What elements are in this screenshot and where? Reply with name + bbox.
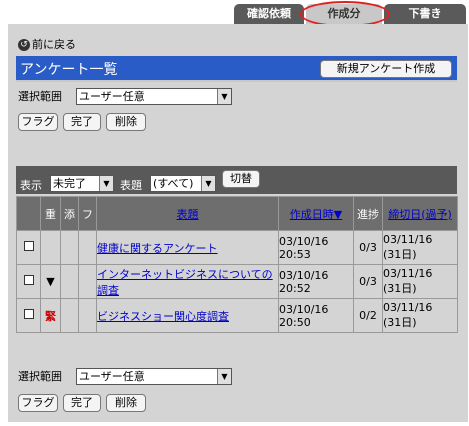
filter-bar: 表示 未完了 ▼ 表題 (すべて) ▼ 切替	[16, 166, 457, 194]
survey-title-link[interactable]: ビジネスショー関心度調査	[97, 310, 229, 323]
progress-cell: 0/3	[353, 230, 383, 265]
survey-title-link[interactable]: インターネットビジネスについての調査	[97, 268, 273, 297]
row-checkbox[interactable]	[23, 241, 34, 251]
created-time: 20:52	[279, 281, 311, 295]
flag-cell	[78, 298, 97, 333]
deadline-days: (31日)	[383, 316, 417, 329]
deadline-days: (31日)	[383, 282, 417, 295]
created-time: 20:50	[279, 315, 311, 329]
back-label: 前に戻る	[32, 38, 76, 51]
survey-table: 重 添 フ 表題 作成日時▼ 進捗 締切日(過予) 健康に関するアンケート 03…	[16, 196, 458, 333]
top-range-select[interactable]: ユーザー任意 ▼	[76, 88, 232, 105]
importance-marker: ▼	[40, 264, 61, 299]
bottom-select-label: 選択範囲	[18, 370, 62, 383]
created-time: 20:53	[279, 247, 311, 261]
flag-cell	[78, 264, 97, 299]
display-filter-select[interactable]: 未完了 ▼	[50, 175, 114, 192]
deadline-date: 03/11/16	[383, 267, 433, 280]
top-select-label: 選択範囲	[18, 90, 62, 103]
display-label: 表示	[20, 179, 42, 192]
top-range-value: ユーザー任意	[79, 90, 145, 103]
new-survey-button[interactable]: 新規アンケート作成	[320, 60, 452, 78]
chevron-down-icon: ▼	[217, 369, 231, 384]
subject-filter-value: (すべて)	[153, 177, 194, 190]
table-header-row: 重 添 フ 表題 作成日時▼ 進捗 締切日(過予)	[16, 196, 458, 231]
sort-deadline-link[interactable]: 締切日(過予)	[388, 208, 452, 221]
back-arrow-icon: ↺	[18, 39, 30, 51]
sort-created-link[interactable]: 作成日時▼	[290, 208, 342, 221]
col-check	[16, 196, 41, 231]
flag-button[interactable]: フラグ	[18, 394, 58, 412]
flag-cell	[78, 230, 97, 265]
flag-button[interactable]: フラグ	[18, 113, 58, 131]
delete-button[interactable]: 削除	[106, 113, 146, 131]
col-flag: フ	[78, 196, 97, 231]
col-importance: 重	[40, 196, 61, 231]
bottom-range-value: ユーザー任意	[79, 370, 145, 383]
chevron-down-icon: ▼	[99, 176, 113, 191]
table-row: 健康に関するアンケート 03/10/16 20:53 0/3 03/11/16 (3…	[16, 230, 458, 265]
table-row: 緊 ビジネスショー関心度調査 03/10/16 20:50 0/2 03/11/1…	[16, 298, 458, 333]
importance-marker	[40, 230, 61, 265]
done-button[interactable]: 完了	[63, 394, 101, 412]
bottom-range-select[interactable]: ユーザー任意 ▼	[76, 368, 232, 385]
deadline-days: (31日)	[383, 248, 417, 261]
sort-subject-link[interactable]: 表題	[177, 208, 199, 221]
switch-button[interactable]: 切替	[222, 170, 260, 188]
table-row: ▼ インターネットビジネスについての調査 03/10/16 20:52 0/3 0…	[16, 264, 458, 299]
attachment-cell	[60, 298, 79, 333]
subject-filter-select[interactable]: (すべて) ▼	[150, 175, 216, 192]
back-link[interactable]: ↺ 前に戻る	[18, 38, 76, 52]
display-filter-value: 未完了	[53, 177, 86, 190]
row-checkbox[interactable]	[23, 309, 34, 319]
delete-button[interactable]: 削除	[106, 394, 146, 412]
col-progress: 進捗	[353, 196, 383, 231]
row-checkbox[interactable]	[23, 275, 34, 285]
tab-confirm-requests[interactable]: 確認依頼	[234, 4, 304, 24]
col-subject[interactable]: 表題	[96, 196, 279, 231]
created-date: 03/10/16	[279, 302, 329, 316]
done-button[interactable]: 完了	[63, 113, 101, 131]
survey-title-link[interactable]: 健康に関するアンケート	[97, 242, 218, 255]
page-title: アンケート一覧	[20, 62, 118, 78]
deadline-date: 03/11/16	[383, 301, 433, 314]
chevron-down-icon: ▼	[217, 89, 231, 104]
tab-drafts[interactable]: 下書き	[384, 4, 466, 24]
progress-cell: 0/3	[353, 264, 383, 299]
subject-filter-label: 表題	[120, 179, 142, 192]
progress-cell: 0/2	[353, 298, 383, 333]
col-attachment: 添	[60, 196, 79, 231]
created-date: 03/10/16	[279, 268, 329, 282]
deadline-date: 03/11/16	[383, 233, 433, 246]
col-created[interactable]: 作成日時▼	[278, 196, 354, 231]
created-date: 03/10/16	[279, 234, 329, 248]
attachment-cell	[60, 230, 79, 265]
col-deadline[interactable]: 締切日(過予)	[382, 196, 458, 231]
chevron-down-icon: ▼	[201, 176, 215, 191]
attachment-cell	[60, 264, 79, 299]
importance-marker: 緊	[40, 298, 61, 333]
